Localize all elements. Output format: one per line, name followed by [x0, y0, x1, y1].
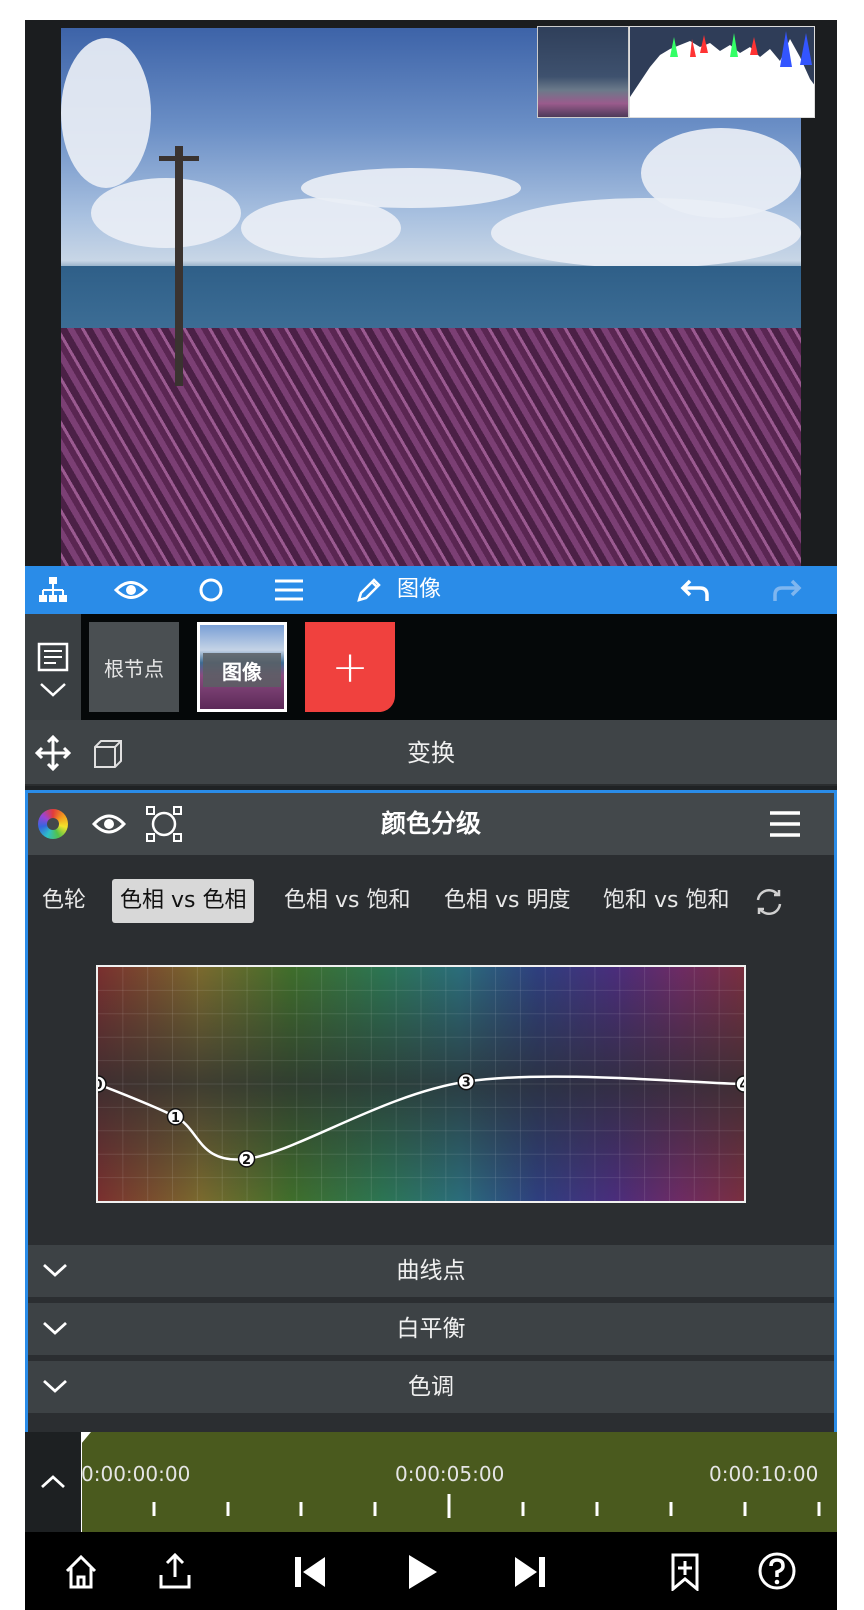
svg-text:4: 4: [739, 1078, 744, 1093]
tab-hue-vs-lum[interactable]: 色相 vs 明度: [436, 879, 578, 923]
tone-label: 色调: [408, 1374, 454, 1400]
app-window: 图像 根节点 图像 + 变换 颜色分级 色轮 色相 vs 色相 色相 vs 饱和…: [25, 20, 837, 1610]
node-image[interactable]: 图像: [197, 622, 287, 712]
hue-curve-editor[interactable]: 0 1 2 3 4: [96, 965, 746, 1203]
tab-hue-vs-sat[interactable]: 色相 vs 饱和: [276, 879, 418, 923]
undo-icon[interactable]: [675, 566, 715, 614]
curve-points-label: 曲线点: [396, 1258, 466, 1284]
tab-hue-vs-hue[interactable]: 色相 vs 色相: [112, 879, 255, 923]
circle-icon[interactable]: [193, 566, 229, 614]
timeline-track[interactable]: 0:00:00:00 0:00:05:00 0:00:10:00: [81, 1432, 837, 1532]
skip-back-icon[interactable]: [287, 1544, 331, 1598]
svg-text:1: 1: [171, 1111, 180, 1126]
bookmark-icon[interactable]: [663, 1544, 707, 1598]
color-grading-header: 颜色分级: [28, 793, 834, 855]
reset-icon[interactable]: [752, 885, 786, 919]
node-image-label: 图像: [203, 653, 281, 687]
svg-text:0: 0: [98, 1078, 103, 1093]
svg-text:2: 2: [242, 1153, 251, 1168]
svg-text:3: 3: [462, 1076, 471, 1091]
menu-icon[interactable]: [271, 566, 307, 614]
white-balance-label: 白平衡: [396, 1316, 466, 1342]
pencil-icon[interactable]: [351, 566, 387, 614]
add-node-button[interactable]: +: [305, 622, 395, 712]
bottom-bar: [25, 1532, 837, 1610]
current-node-label[interactable]: 图像: [397, 566, 441, 614]
tone-section[interactable]: 色调: [28, 1361, 834, 1413]
timecode-mid: 0:00:05:00: [395, 1462, 505, 1486]
move-icon[interactable]: [35, 735, 71, 771]
hierarchy-icon[interactable]: [35, 566, 71, 614]
color-grading-title: 颜色分级: [380, 809, 481, 838]
list-icon: [37, 642, 69, 697]
curve-point-0[interactable]: 0: [98, 1075, 107, 1093]
node-root[interactable]: 根节点: [89, 622, 179, 712]
curve-point-1[interactable]: 1: [166, 1108, 185, 1126]
curve-mode-tabs: 色轮 色相 vs 色相 色相 vs 饱和 色相 vs 明度 饱和 vs 饱和: [28, 855, 834, 945]
chevron-up-icon: [41, 1475, 65, 1489]
timeline-expand-button[interactable]: [25, 1432, 81, 1532]
help-icon[interactable]: [755, 1544, 799, 1598]
white-balance-section[interactable]: 白平衡: [28, 1303, 834, 1355]
node-list-toggle[interactable]: [25, 614, 81, 720]
tab-sat-vs-sat[interactable]: 饱和 vs 饱和: [595, 879, 739, 923]
timeline: 0:00:00:00 0:00:05:00 0:00:10:00: [25, 1432, 837, 1532]
tab-color-wheel[interactable]: 色轮: [34, 879, 94, 923]
main-toolbar: 图像: [25, 566, 837, 614]
panel-menu-icon[interactable]: [770, 810, 800, 838]
home-icon[interactable]: [59, 1544, 103, 1598]
histogram: [629, 26, 815, 118]
transform-title: 变换: [407, 739, 455, 767]
timecode-start: 0:00:00:00: [81, 1462, 191, 1486]
curve-point-3[interactable]: 3: [457, 1072, 475, 1091]
skip-forward-icon[interactable]: [509, 1544, 553, 1598]
3d-box-icon[interactable]: [91, 737, 125, 771]
node-strip: 根节点 图像 +: [25, 614, 837, 720]
transform-section[interactable]: 变换: [25, 720, 837, 786]
play-icon[interactable]: [399, 1544, 443, 1598]
color-grading-panel: 颜色分级 色轮 色相 vs 色相 色相 vs 饱和 色相 vs 明度 饱和 vs…: [25, 790, 837, 1440]
redo-icon[interactable]: [767, 566, 807, 614]
curve-point-4[interactable]: 4: [735, 1075, 744, 1093]
eye-icon[interactable]: [111, 566, 151, 614]
curve-points-section[interactable]: 曲线点: [28, 1245, 834, 1297]
timecode-end: 0:00:10:00: [709, 1462, 819, 1486]
curve-point-2[interactable]: 2: [237, 1150, 256, 1168]
preview-area[interactable]: [25, 20, 837, 582]
export-icon[interactable]: [153, 1544, 197, 1598]
preview-thumbnail: [537, 26, 629, 118]
